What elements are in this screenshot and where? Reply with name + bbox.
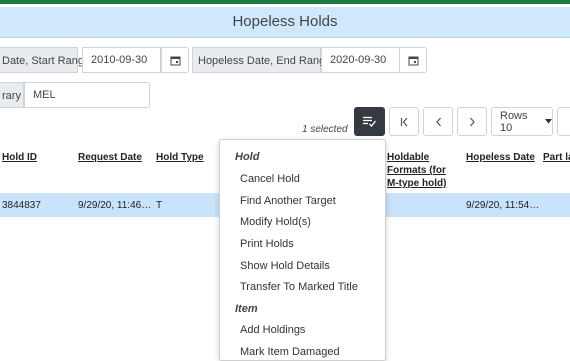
top-accent-bar [0,0,570,4]
cell-hold-id[interactable]: 3844837 [2,200,41,211]
menu-item-modify-holds[interactable]: Modify Hold(s) [240,216,311,228]
rows-per-page-dropdown[interactable]: Rows 10 [491,107,553,136]
chevron-right-icon [469,117,476,127]
start-date-label: Date, Start Range: [0,47,93,73]
cell-request-date: 9/29/20, 11:46… [78,200,152,211]
menu-item-print-holds[interactable]: Print Holds [240,238,294,250]
col-part-label[interactable]: Part la [543,151,570,164]
menu-item-show-hold-details[interactable]: Show Hold Details [240,260,330,272]
end-date-input[interactable]: 2020-09-30 [321,47,400,73]
col-hopeless-date[interactable]: Hopeless Date [466,151,535,164]
cell-hopeless-date: 9/29/20, 11:54… [466,200,540,211]
menu-item-cancel-hold[interactable]: Cancel Hold [240,173,300,185]
menu-section-hold: Hold [235,151,260,163]
next-page-button[interactable] [457,107,487,136]
col-hold-id[interactable]: Hold ID [2,151,37,164]
end-date-label: Hopeless Date, End Range: [192,47,334,73]
previous-page-button[interactable] [423,107,453,136]
page-title: Hopeless Holds [0,7,570,38]
col-request-date[interactable]: Request Date [78,151,142,164]
menu-item-mark-item-damaged[interactable]: Mark Item Damaged [240,346,340,358]
chevron-left-icon [435,117,442,127]
library-label: rary [0,82,24,108]
start-date-input[interactable]: 2010-09-30 [82,47,161,73]
col-holdable-formats-line1: Holdable [387,152,430,163]
cell-hold-type: T [156,200,163,211]
col-holdable-formats-line3: M-type hold) [387,178,447,189]
menu-section-item: Item [235,303,258,315]
menu-item-add-holdings[interactable]: Add Holdings [240,324,305,336]
selected-count: 1 selected [302,124,348,135]
col-hold-type[interactable]: Hold Type [156,151,204,164]
end-date-calendar-button[interactable] [399,47,427,73]
calendar-icon [170,55,181,66]
col-holdable-formats-line2: Formats (for [387,165,446,176]
calendar-icon [408,55,419,66]
first-page-icon [400,117,409,127]
actions-dropdown-menu: Hold Cancel Hold Find Another Target Mod… [219,139,386,361]
library-input[interactable]: MEL [24,82,150,108]
actions-menu-button[interactable] [354,107,385,136]
start-date-calendar-button[interactable] [161,47,189,73]
caret-down-icon [545,119,552,124]
menu-item-find-another-target[interactable]: Find Another Target [240,195,336,207]
col-holdable-formats[interactable]: Holdable Formats (for M-type hold) [387,151,446,190]
first-page-button[interactable] [389,107,419,136]
column-options-button[interactable] [557,107,570,136]
menu-item-transfer-to-marked-title[interactable]: Transfer To Marked Title [240,281,358,293]
list-check-icon [363,116,376,127]
rows-per-page-label: Rows 10 [500,109,528,134]
